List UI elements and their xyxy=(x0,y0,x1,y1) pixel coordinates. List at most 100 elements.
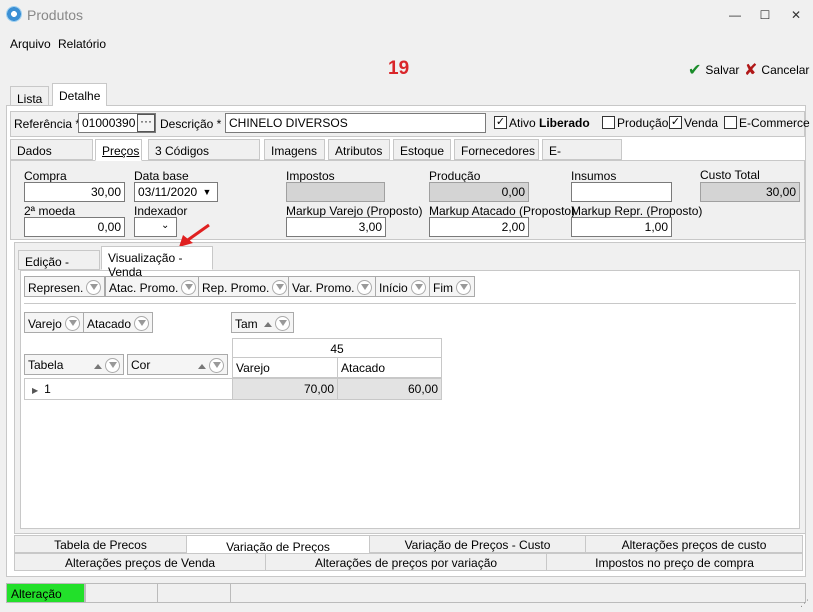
sort-asc-icon xyxy=(94,364,102,369)
markup-repr-field[interactable]: 1,00 xyxy=(571,217,672,237)
filter-icon[interactable] xyxy=(209,358,224,373)
filter-icon[interactable] xyxy=(86,280,102,295)
ativo-checkbox[interactable]: ✓ xyxy=(494,116,507,129)
markup-atacado-value: 2,00 xyxy=(501,220,525,234)
filter-rep-promo-label: Rep. Promo. xyxy=(202,281,270,295)
lookup-button[interactable]: ··· xyxy=(137,114,155,132)
tab-fornecedores[interactable]: Fornecedores xyxy=(454,139,539,160)
filter-inicio[interactable]: Início xyxy=(375,276,430,297)
tab-atributos[interactable]: Atributos xyxy=(328,139,390,160)
filter-rep-promo[interactable]: Rep. Promo. xyxy=(198,276,292,297)
filter-icon[interactable] xyxy=(456,280,471,295)
filter-icon[interactable] xyxy=(410,280,426,295)
cell-varejo: 70,00 xyxy=(232,378,338,400)
database-label: Data base xyxy=(134,169,189,183)
markup-atacado-label: Markup Atacado (Proposto) xyxy=(429,204,576,218)
field-tam-label: Tam xyxy=(235,317,258,331)
tab-precos-label: Preços xyxy=(102,144,140,158)
filter-inicio-label: Início xyxy=(379,281,408,295)
venda-checkbox[interactable]: ✓ xyxy=(669,116,682,129)
filter-atac-promo[interactable]: Atac. Promo. xyxy=(105,276,201,297)
field-varejo-label: Varejo xyxy=(28,317,62,331)
descricao-field[interactable]: CHINELO DIVERSOS xyxy=(225,113,486,133)
status-panel-4 xyxy=(230,583,806,603)
tab-edicao-venda[interactable]: Edição - Venda xyxy=(18,250,100,283)
tab-detalhe[interactable]: Detalhe xyxy=(52,83,108,106)
tab-imagens-label: Imagens xyxy=(271,144,318,158)
producao-field: 0,00 xyxy=(429,182,529,202)
markup-varejo-field[interactable]: 3,00 xyxy=(286,217,386,237)
markup-repr-label: Markup Repr. (Proposto) xyxy=(571,204,703,218)
tab-ecommerce[interactable]: E-Commerce xyxy=(542,139,622,172)
save-label: Salvar xyxy=(705,63,740,77)
filter-icon[interactable] xyxy=(105,358,120,373)
tab-imagens[interactable]: Imagens xyxy=(264,139,325,160)
filter-icon[interactable] xyxy=(274,316,290,331)
markup-varejo-value: 3,00 xyxy=(358,220,382,234)
producao-value: 0,00 xyxy=(501,185,525,199)
maximize-button[interactable]: ☐ xyxy=(756,6,774,24)
tab-alteracoes-custo[interactable]: Alterações preços de custo xyxy=(585,535,803,553)
expand-icon[interactable]: ▶ xyxy=(32,386,38,395)
tab-tabela-precos-label: Tabela de Precos xyxy=(54,538,147,552)
markup-varejo-label: Markup Varejo (Proposto) xyxy=(286,204,423,218)
producao-checkbox[interactable] xyxy=(602,116,615,129)
tab-alteracoes-venda-label: Alterações preços de Venda xyxy=(64,556,216,570)
tab-alteracoes-variacao[interactable]: Alterações de preços por variação xyxy=(265,553,547,571)
tab-dados-gerais[interactable]: Dados Gerais xyxy=(10,139,93,172)
sort-asc-icon xyxy=(198,364,206,369)
minimize-button[interactable]: — xyxy=(726,6,744,24)
custo-total-value: 30,00 xyxy=(765,185,796,199)
filter-var-promo[interactable]: Var. Promo. xyxy=(288,276,377,297)
custo-total-label: Custo Total xyxy=(700,168,760,182)
menu-relatorio[interactable]: Relatório xyxy=(58,37,106,51)
field-cor[interactable]: Cor xyxy=(127,354,228,375)
row-tabela-value: 1 xyxy=(44,382,51,396)
indexador-select[interactable] xyxy=(134,217,177,237)
compra-field[interactable]: 30,00 xyxy=(24,182,125,202)
filter-icon[interactable] xyxy=(272,280,288,295)
menu-arquivo[interactable]: Arquivo xyxy=(10,37,51,51)
date-dropdown-icon[interactable]: ▼ xyxy=(199,184,215,200)
tab-precos[interactable]: Preços xyxy=(95,139,142,161)
tab-estoque-label: Estoque xyxy=(400,144,445,158)
tab-detalhe-label: Detalhe xyxy=(59,89,101,103)
filter-icon[interactable] xyxy=(181,280,197,295)
menu-arquivo-label: Arquivo xyxy=(10,37,51,51)
segunda-moeda-value: 0,00 xyxy=(97,220,121,234)
tab-tabela-precos[interactable]: Tabela de Precos xyxy=(14,535,187,553)
tab-variacao-custo[interactable]: Variação de Preços - Custo xyxy=(369,535,586,553)
field-tabela[interactable]: Tabela xyxy=(24,354,124,375)
insumos-label: Insumos xyxy=(571,169,617,183)
tab-visualizacao-venda[interactable]: Visualização - Venda xyxy=(101,246,213,279)
filter-icon[interactable] xyxy=(134,316,150,331)
close-window-button[interactable]: ✕ xyxy=(787,6,805,24)
field-atacado[interactable]: Atacado xyxy=(83,312,154,333)
table-row[interactable]: ▶ 1 xyxy=(24,378,233,400)
title-bar: Produtos — ☐ ✕ xyxy=(0,0,813,30)
field-varejo[interactable]: Varejo xyxy=(24,312,84,333)
markup-atacado-field[interactable]: 2,00 xyxy=(429,217,529,237)
tab-alteracoes-variacao-label: Alterações de preços por variação xyxy=(314,556,498,570)
field-tam[interactable]: Tam xyxy=(231,312,294,333)
save-button[interactable]: ✔ Salvar xyxy=(688,60,739,80)
filter-represen[interactable]: Represen. xyxy=(24,276,106,297)
col-header-atacado: Atacado xyxy=(337,357,442,378)
insumos-field[interactable] xyxy=(571,182,672,202)
tab-estoque[interactable]: Estoque xyxy=(393,139,451,160)
divider xyxy=(24,303,796,304)
filter-icon[interactable] xyxy=(64,316,80,331)
filter-icon[interactable] xyxy=(357,280,373,295)
ecommerce-checkbox[interactable] xyxy=(724,116,737,129)
resize-grip-icon[interactable]: ⋰ xyxy=(800,598,809,609)
segunda-moeda-field[interactable]: 0,00 xyxy=(24,217,125,237)
cancel-button[interactable]: ✘ Cancelar xyxy=(744,60,809,80)
filter-fim[interactable]: Fim xyxy=(429,276,475,297)
tab-impostos-compra[interactable]: Impostos no preço de compra xyxy=(546,553,803,571)
app-icon xyxy=(6,6,22,22)
status-panel-2 xyxy=(85,583,158,603)
tab-codigos-auxiliares[interactable]: 3 Códigos Auxiliares xyxy=(148,139,260,172)
custo-total-field: 30,00 xyxy=(700,182,800,202)
tab-alteracoes-venda[interactable]: Alterações preços de Venda xyxy=(14,553,266,571)
precos-panel xyxy=(10,160,805,240)
